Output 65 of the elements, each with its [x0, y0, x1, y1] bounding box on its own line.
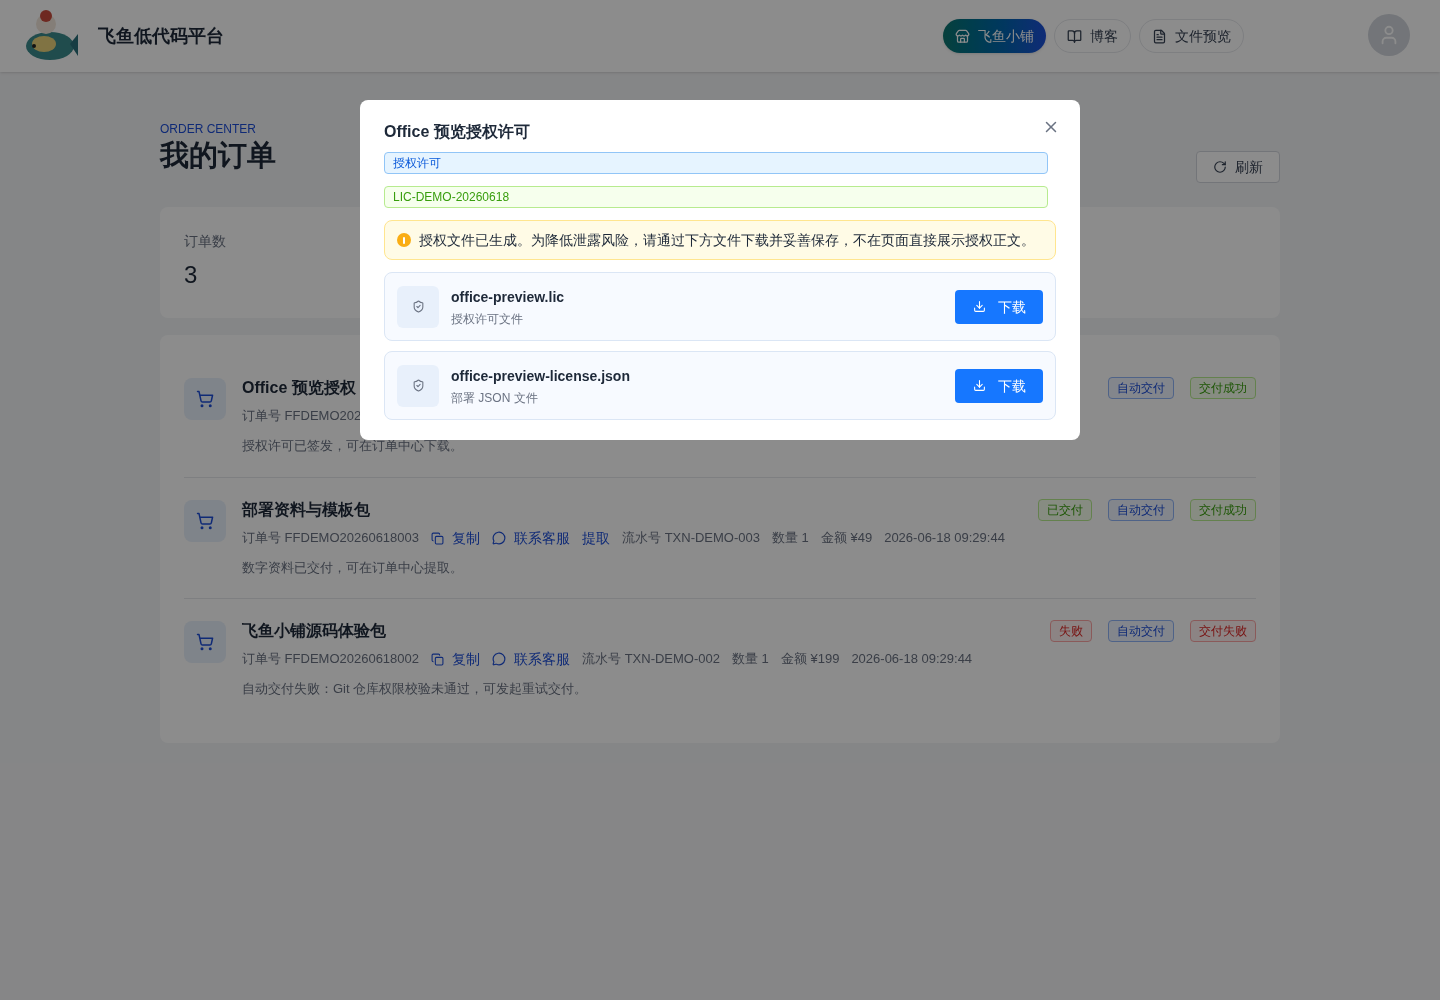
nav-tab[interactable]: 博客: [1054, 19, 1131, 53]
download-button[interactable]: 下载: [955, 289, 1043, 324]
copy-icon: [431, 531, 445, 545]
order-meta: 数量 1: [732, 650, 769, 669]
nav-tab[interactable]: 飞鱼小铺: [943, 19, 1046, 53]
file-description: 部署 JSON 文件: [451, 389, 539, 406]
shield-icon: [411, 300, 425, 313]
file-description: 授权许可文件: [451, 310, 524, 327]
copy-link[interactable]: 复制: [452, 649, 481, 669]
refresh-icon: [1213, 160, 1227, 174]
warning-icon: [397, 233, 411, 247]
download-button[interactable]: 下载: [955, 368, 1043, 403]
extract-link[interactable]: 提取: [582, 528, 611, 548]
status-tag: 自动交付: [1108, 377, 1174, 399]
store-icon: [955, 28, 970, 44]
brand-name: 飞鱼低代码平台: [98, 25, 224, 48]
status-tag: 已交付: [1038, 499, 1092, 521]
status-tag: 交付失败: [1190, 620, 1256, 642]
file-icon: [1152, 28, 1167, 44]
order-number: 订单号 FFDEMO20260618003: [242, 529, 420, 548]
order-title: 部署资料与模板包: [242, 500, 370, 520]
order-number: 订单号 FFDEMO202: [242, 407, 362, 426]
stat-label: 订单数: [184, 232, 226, 251]
status-tag: 自动交付: [1108, 499, 1174, 521]
copy-icon: [431, 652, 445, 666]
order-meta: 2026-06-18 09:29:44: [851, 650, 973, 669]
order-title: Office 预览授权: [242, 378, 356, 398]
status-tag: 交付成功: [1190, 377, 1256, 399]
eyebrow-label: ORDER CENTER: [160, 121, 257, 137]
order-meta: 流水号 TXN-DEMO-003: [622, 529, 760, 548]
chat-icon: [492, 531, 507, 545]
contact-link[interactable]: 联系客服: [514, 649, 571, 669]
status-tag: 自动交付: [1108, 620, 1174, 642]
order-meta: 2026-06-18 09:29:44: [884, 529, 1005, 548]
download-icon: [972, 300, 986, 313]
refresh-button[interactable]: 刷新: [1196, 151, 1280, 183]
status-tag: 失败: [1050, 620, 1092, 642]
order-meta: 流水号 TXN-DEMO-002: [582, 650, 720, 669]
page-title: 我的订单: [160, 138, 276, 173]
order-meta: 金额 ¥199: [780, 650, 840, 669]
book-icon: [1067, 28, 1082, 44]
order-meta: 金额 ¥49: [820, 529, 873, 548]
warning-text: 授权文件已生成。为降低泄露风险，请通过下方文件下载并妥善保存，不在页面直接展示授权正文。: [419, 231, 1035, 250]
cart-icon: [196, 633, 214, 651]
download-icon: [972, 379, 986, 392]
file-name: office-preview-license.json: [451, 366, 630, 386]
contact-link[interactable]: 联系客服: [514, 528, 571, 548]
copy-link[interactable]: 复制: [452, 528, 481, 548]
dialog-title: Office 预览授权许可: [384, 122, 530, 142]
order-title: 飞鱼小铺源码体验包: [242, 621, 386, 641]
shield-icon: [411, 379, 425, 392]
chat-icon: [492, 652, 507, 666]
order-note: 授权许可已签发，可在订单中心下载。: [242, 437, 464, 455]
file-name: office-preview.lic: [451, 287, 565, 307]
order-note: 数字资料已交付，可在订单中心提取。: [242, 559, 464, 577]
cart-icon: [196, 512, 214, 530]
nav-tab[interactable]: 文件预览: [1139, 19, 1244, 53]
license-code: LIC-DEMO-20260618: [384, 186, 1048, 208]
status-tag: 交付成功: [1190, 499, 1256, 521]
order-note: 自动交付失败：Git 仓库权限校验未通过，可发起重试交付。: [242, 680, 589, 698]
order-meta: 数量 1: [772, 529, 809, 548]
cart-icon: [196, 390, 214, 408]
stat-value: 3: [184, 260, 199, 290]
license-tag: 授权许可: [384, 152, 1048, 174]
order-number: 订单号 FFDEMO20260618002: [242, 650, 420, 669]
